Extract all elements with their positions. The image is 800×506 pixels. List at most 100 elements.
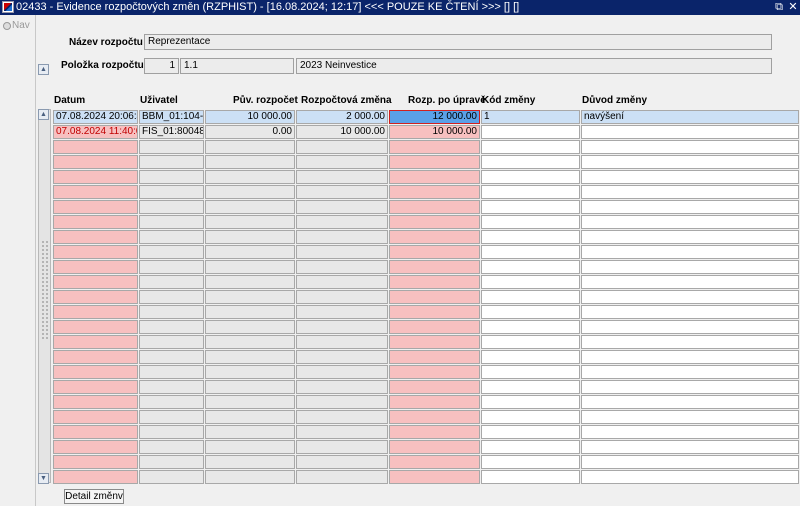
cell-duvod-zmeny[interactable] (581, 275, 799, 289)
cell-kod-zmeny[interactable] (481, 425, 580, 439)
cell-datum[interactable] (53, 140, 138, 154)
cell-rozpoctova-zmena[interactable] (296, 245, 388, 259)
cell-rozp-po-uprave[interactable] (389, 410, 480, 424)
cell-duvod-zmeny[interactable] (581, 125, 799, 139)
cell-uzivatel[interactable] (139, 260, 204, 274)
cell-rozpoctova-zmena[interactable] (296, 215, 388, 229)
cell-datum[interactable] (53, 230, 138, 244)
cell-rozp-po-uprave[interactable] (389, 155, 480, 169)
cell-puv-rozpocet[interactable]: 0.00 (205, 125, 295, 139)
table-row[interactable] (53, 455, 799, 470)
cell-datum[interactable] (53, 455, 138, 469)
table-row[interactable] (53, 140, 799, 155)
polozka-name-field[interactable]: 2023 Neinvestice (296, 58, 772, 74)
table-row[interactable] (53, 200, 799, 215)
close-icon[interactable]: ✕ (787, 0, 799, 15)
cell-duvod-zmeny[interactable] (581, 185, 799, 199)
cell-rozp-po-uprave[interactable]: 12 000.00 (389, 110, 480, 124)
cell-rozp-po-uprave[interactable] (389, 245, 480, 259)
cell-duvod-zmeny[interactable] (581, 455, 799, 469)
cell-puv-rozpocet[interactable] (205, 365, 295, 379)
cell-rozp-po-uprave[interactable] (389, 425, 480, 439)
cell-kod-zmeny[interactable] (481, 290, 580, 304)
cell-rozpoctova-zmena[interactable] (296, 455, 388, 469)
cell-uzivatel[interactable]: BBM_01:104-9( (139, 110, 204, 124)
cell-duvod-zmeny[interactable] (581, 440, 799, 454)
cell-datum[interactable] (53, 410, 138, 424)
cell-duvod-zmeny[interactable] (581, 155, 799, 169)
cell-rozpoctova-zmena[interactable] (296, 140, 388, 154)
cell-puv-rozpocet[interactable] (205, 290, 295, 304)
cell-rozpoctova-zmena[interactable] (296, 380, 388, 394)
cell-uzivatel[interactable]: FIS_01:80048 (139, 125, 204, 139)
cell-datum[interactable] (53, 305, 138, 319)
cell-datum[interactable] (53, 440, 138, 454)
cell-uzivatel[interactable] (139, 215, 204, 229)
cell-rozp-po-uprave[interactable] (389, 350, 480, 364)
cell-rozp-po-uprave[interactable] (389, 395, 480, 409)
cell-datum[interactable] (53, 320, 138, 334)
cell-rozpoctova-zmena[interactable] (296, 170, 388, 184)
cell-rozp-po-uprave[interactable] (389, 335, 480, 349)
cell-rozpoctova-zmena[interactable] (296, 395, 388, 409)
nazev-rozpoctu-field[interactable]: Reprezentace (144, 34, 772, 50)
cell-duvod-zmeny[interactable] (581, 200, 799, 214)
table-row[interactable] (53, 215, 799, 230)
cell-rozpoctova-zmena[interactable] (296, 305, 388, 319)
cell-uzivatel[interactable] (139, 440, 204, 454)
cell-datum[interactable] (53, 245, 138, 259)
cell-rozpoctova-zmena[interactable] (296, 365, 388, 379)
table-row[interactable] (53, 305, 799, 320)
cell-rozpoctova-zmena[interactable] (296, 275, 388, 289)
polozka-code-field[interactable]: 1.1 (180, 58, 294, 74)
cell-rozpoctova-zmena[interactable] (296, 410, 388, 424)
cell-uzivatel[interactable] (139, 200, 204, 214)
cell-puv-rozpocet[interactable] (205, 140, 295, 154)
cell-uzivatel[interactable] (139, 230, 204, 244)
cell-kod-zmeny[interactable] (481, 410, 580, 424)
cell-duvod-zmeny[interactable] (581, 380, 799, 394)
cell-uzivatel[interactable] (139, 365, 204, 379)
cell-puv-rozpocet[interactable] (205, 155, 295, 169)
cell-rozpoctova-zmena[interactable]: 10 000.00 (296, 125, 388, 139)
table-row[interactable] (53, 260, 799, 275)
cell-kod-zmeny[interactable] (481, 125, 580, 139)
cell-puv-rozpocet[interactable] (205, 215, 295, 229)
cell-rozpoctova-zmena[interactable] (296, 470, 388, 484)
cell-puv-rozpocet[interactable] (205, 275, 295, 289)
cell-puv-rozpocet[interactable] (205, 410, 295, 424)
cell-puv-rozpocet[interactable] (205, 470, 295, 484)
cell-puv-rozpocet[interactable] (205, 305, 295, 319)
cell-puv-rozpocet[interactable] (205, 230, 295, 244)
cell-rozpoctova-zmena[interactable] (296, 155, 388, 169)
cell-uzivatel[interactable] (139, 425, 204, 439)
cell-uzivatel[interactable] (139, 170, 204, 184)
cell-uzivatel[interactable] (139, 155, 204, 169)
cell-rozp-po-uprave[interactable] (389, 170, 480, 184)
cell-rozpoctova-zmena[interactable] (296, 230, 388, 244)
cell-kod-zmeny[interactable] (481, 215, 580, 229)
cell-kod-zmeny[interactable] (481, 275, 580, 289)
cell-rozp-po-uprave[interactable] (389, 185, 480, 199)
cell-uzivatel[interactable] (139, 275, 204, 289)
cell-rozp-po-uprave[interactable] (389, 140, 480, 154)
cell-uzivatel[interactable] (139, 320, 204, 334)
cell-uzivatel[interactable] (139, 350, 204, 364)
cell-kod-zmeny[interactable] (481, 200, 580, 214)
cell-datum[interactable]: 07.08.2024 20:06:46 (53, 110, 138, 124)
cell-kod-zmeny[interactable] (481, 455, 580, 469)
cell-kod-zmeny[interactable] (481, 440, 580, 454)
cell-puv-rozpocet[interactable] (205, 455, 295, 469)
cell-datum[interactable] (53, 155, 138, 169)
cell-kod-zmeny[interactable] (481, 155, 580, 169)
cell-puv-rozpocet[interactable] (205, 185, 295, 199)
cell-duvod-zmeny[interactable] (581, 320, 799, 334)
cell-uzivatel[interactable] (139, 380, 204, 394)
cell-duvod-zmeny[interactable] (581, 245, 799, 259)
cell-rozpoctova-zmena[interactable] (296, 200, 388, 214)
cell-rozp-po-uprave[interactable] (389, 290, 480, 304)
cell-kod-zmeny[interactable] (481, 335, 580, 349)
cell-rozpoctova-zmena[interactable]: 2 000.00 (296, 110, 388, 124)
cell-uzivatel[interactable] (139, 305, 204, 319)
table-row[interactable] (53, 320, 799, 335)
